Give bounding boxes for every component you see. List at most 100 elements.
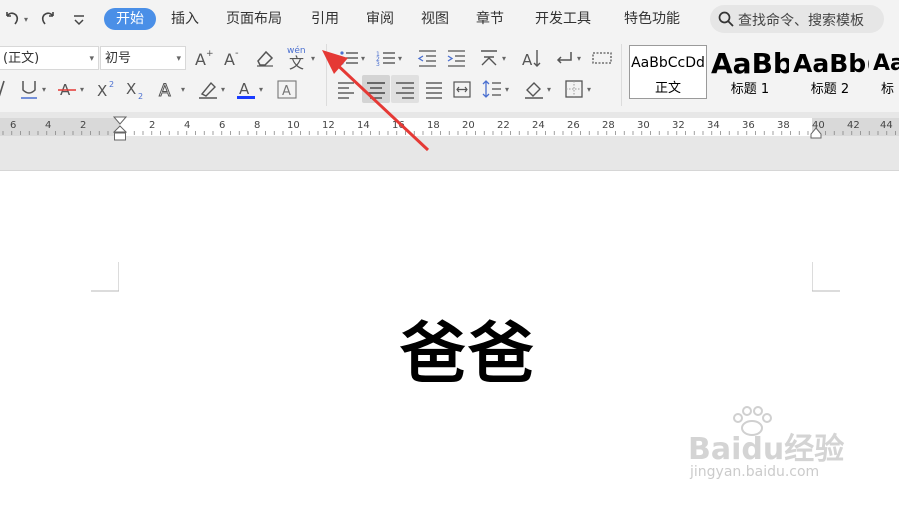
svg-text:+: + [206,49,214,59]
character-border-icon[interactable]: A [276,78,298,100]
tab-page-layout[interactable]: 页面布局 [226,8,282,30]
style-label: 标题 2 [810,82,850,97]
command-search-input[interactable]: 查找命令、搜索模板 [710,5,884,33]
strikethrough-dropdown-icon[interactable]: ▾ [80,85,84,94]
svg-text:X: X [97,82,107,100]
tab-view[interactable]: 视图 [421,8,449,30]
ruler-label: 28 [602,120,615,131]
style-label: 标题 1 [730,82,770,97]
tab-insert[interactable]: 插入 [171,8,199,30]
ruler-label: 36 [742,120,755,131]
ruler-label: 6 [10,120,17,131]
svg-text:X: X [126,80,136,98]
ruler-label: 26 [567,120,580,131]
paragraph-mark-dropdown-icon[interactable]: ▾ [577,54,581,63]
style-preview: AaBb [711,47,789,80]
ruler-label: 34 [707,120,720,131]
search-placeholder: 查找命令、搜索模板 [738,13,864,29]
style-preview: AaBb( [793,49,869,78]
undo-icon[interactable] [2,9,22,29]
menu-bar: ▾ 开始 插入 页面布局 引用 审阅 视图 章节 开发工具 特色功能 查找命令、… [0,0,899,38]
svg-text:2: 2 [109,80,114,89]
strikethrough-icon[interactable]: A [56,78,78,100]
distributed-align-icon[interactable] [451,78,473,100]
font-name-select[interactable]: (正文) ▾ [0,46,99,70]
underline-dropdown-icon[interactable]: ▾ [42,85,46,94]
search-icon [718,11,734,27]
text-box-icon[interactable] [591,47,613,69]
ruler-label: 2 [149,120,156,131]
increase-indent-icon[interactable] [445,47,467,69]
ruler-label: 42 [847,120,860,131]
underline-icon[interactable] [18,78,40,100]
annotation-arrow-icon [322,50,430,152]
tab-special-features[interactable]: 特色功能 [624,8,680,30]
tab-section[interactable]: 章节 [476,8,504,30]
ruler-label: 4 [45,120,52,131]
chinese-layout-dropdown-icon[interactable]: ▾ [502,54,506,63]
svg-text:2: 2 [138,92,143,100]
style-heading-3[interactable]: Aa 标 [871,45,899,99]
svg-text:A: A [239,80,250,98]
ruler-label: 30 [637,120,650,131]
line-spacing-dropdown-icon[interactable]: ▾ [505,85,509,94]
font-color-dropdown-icon[interactable]: ▾ [259,85,263,94]
right-indent-marker-icon[interactable] [810,124,822,139]
line-spacing-icon[interactable] [481,78,503,100]
divider [621,44,622,106]
style-heading-1[interactable]: AaBb 标题 1 [711,45,789,99]
undo-dropdown-icon[interactable]: ▾ [24,15,28,24]
font-color-icon[interactable]: A [235,78,257,100]
paragraph-mark-icon[interactable] [553,47,575,69]
tab-review[interactable]: 审阅 [366,8,394,30]
chinese-layout-icon[interactable] [478,47,500,69]
svg-text:A: A [195,50,206,69]
redo-icon[interactable] [38,9,58,29]
increase-font-size-icon[interactable]: A + [193,47,215,69]
highlight-icon[interactable] [197,78,219,100]
indent-marker-icon[interactable] [112,116,128,142]
subscript-icon[interactable]: X2 [125,78,147,101]
ruler-label: 22 [497,120,510,131]
tab-home[interactable]: 开始 [104,8,156,30]
style-label: 正文 [654,81,681,96]
text-effect-dropdown-icon[interactable]: ▾ [181,85,185,94]
ruler-label: 24 [532,120,545,131]
ruler-ticks [2,131,896,135]
shading-icon[interactable] [523,78,545,100]
highlight-dropdown-icon[interactable]: ▾ [221,85,225,94]
ruler-label: 32 [672,120,685,131]
ruler-label: 10 [287,120,300,131]
phonetic-guide-icon[interactable]: wén 文 [285,42,311,72]
decrease-font-size-icon[interactable]: A- [222,47,244,69]
svg-text:A: A [282,84,291,99]
customize-toolbar-icon[interactable] [72,12,86,26]
margin-corner-left [91,262,119,292]
margin-corner-right [812,262,840,292]
style-heading-2[interactable]: AaBb( 标题 2 [791,45,869,99]
italic-icon[interactable] [0,78,16,100]
font-size-dropdown-icon: ▾ [176,54,181,64]
clear-formatting-icon[interactable] [254,47,276,69]
ruler-label: 8 [254,120,261,131]
borders-dropdown-icon[interactable]: ▾ [587,85,591,94]
paragraph-dialog-launcher-icon[interactable] [610,104,616,119]
superscript-icon[interactable]: X2 [96,78,118,100]
svg-text:-: - [235,48,239,59]
style-preview: AaBbCcDd [631,55,705,71]
shading-dropdown-icon[interactable]: ▾ [547,85,551,94]
sort-icon[interactable]: A [520,47,542,69]
ruler-label: 2 [80,120,87,131]
tab-developer-tools[interactable]: 开发工具 [535,8,591,30]
style-normal[interactable]: AaBbCcDd 正文 [629,45,707,99]
style-label: 标 [881,82,895,97]
text-effect-icon[interactable]: A [157,78,179,102]
style-gallery: AaBbCcDd 正文 AaBb 标题 1 AaBb( 标题 2 Aa 标 [627,43,899,101]
tab-references[interactable]: 引用 [311,8,339,30]
borders-icon[interactable] [563,78,585,100]
watermark-url: jingyan.baidu.com [690,464,820,480]
svg-text:A: A [522,51,533,69]
document-body-text[interactable]: 爸爸 [400,300,536,396]
font-size-select[interactable]: 初号 ▾ [100,46,186,70]
svg-text:A: A [224,50,235,69]
